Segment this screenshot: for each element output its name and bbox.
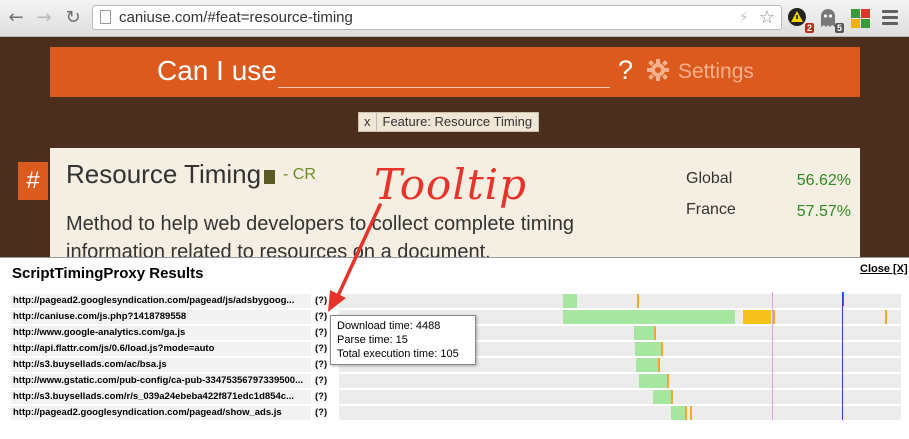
table-row: http://www.gstatic.com/pub-config/ca-pub…: [11, 372, 901, 388]
download-bar: [653, 390, 671, 404]
forward-icon[interactable]: →: [34, 8, 54, 28]
search-header: Can I use ? Settings: [50, 47, 860, 97]
feature-description: Method to help web developers to collect…: [66, 213, 575, 257]
extension-badge: 5: [834, 23, 844, 33]
download-bar: [563, 310, 735, 324]
download-bar: [563, 294, 577, 308]
exec-bar: [685, 406, 687, 420]
exec-bar: [667, 374, 669, 388]
timing-tooltip: Download time: 4488 Parse time: 15 Total…: [330, 315, 476, 365]
remove-filter-button[interactable]: x: [359, 113, 377, 131]
exec-bar: [885, 310, 887, 324]
parse-bar: [743, 310, 771, 324]
script-url: http://api.flattr.com/js/0.6/load.js?mod…: [11, 342, 311, 356]
script-url: http://s3.buysellads.com/r/s_039a24ebeba…: [11, 390, 311, 404]
feature-filter-chip: x Feature: Resource Timing: [358, 112, 540, 132]
load-event-marker: [842, 292, 843, 420]
page-icon: [100, 10, 111, 24]
help-link[interactable]: (?): [315, 294, 327, 308]
help-link[interactable]: (?): [315, 342, 327, 356]
script-url: http://pagead2.googlesyndication.com/pag…: [11, 294, 311, 308]
back-icon[interactable]: ←: [6, 8, 26, 28]
tooltip-exec: Total execution time: 105: [337, 348, 459, 360]
download-bar: [671, 406, 685, 420]
menu-icon[interactable]: [882, 10, 898, 28]
star-icon[interactable]: ☆: [759, 7, 775, 28]
table-row: http://s3.buysellads.com/r/s_039a24ebeba…: [11, 388, 901, 404]
timing-track: [339, 406, 901, 420]
first-paint-marker: [843, 292, 844, 306]
dom-loaded-marker: [772, 292, 773, 420]
exec-bar: [658, 358, 660, 372]
site-title: Can I use: [157, 55, 277, 86]
caniuse-page: Can I use ? Settings x Feature: Resource…: [0, 37, 909, 257]
search-input[interactable]: [278, 87, 610, 88]
close-button[interactable]: Close [X]: [860, 263, 908, 275]
reload-icon[interactable]: ↻: [63, 8, 83, 28]
help-link[interactable]: (?): [315, 326, 327, 340]
feature-title: Resource Timing: [66, 159, 262, 189]
address-url[interactable]: caniuse.com/#feat=resource-timing: [119, 9, 353, 26]
extension-badge: 2: [804, 23, 814, 33]
script-url: http://pagead2.googlesyndication.com/pag…: [11, 406, 311, 420]
help-link[interactable]: (?): [315, 310, 327, 324]
exec-bar: [654, 326, 656, 340]
script-url: http://www.gstatic.com/pub-config/ca-pub…: [11, 374, 311, 388]
exec-bar: [671, 390, 673, 404]
table-row: http://pagead2.googlesyndication.com/pag…: [11, 404, 901, 420]
timing-track: [339, 390, 901, 404]
download-bar: [636, 358, 658, 372]
help-question[interactable]: ?: [618, 55, 633, 86]
tooltip-parse: Parse time: 15: [337, 334, 408, 346]
exec-bar: [637, 294, 639, 308]
table-row: http://pagead2.googlesyndication.com/pag…: [11, 292, 901, 308]
help-link[interactable]: (?): [315, 374, 327, 388]
address-bar[interactable]: caniuse.com/#feat=resource-timing ⚡ ☆: [92, 5, 782, 30]
script-url: http://www.google-analytics.com/ga.js: [11, 326, 311, 340]
help-link[interactable]: (?): [315, 406, 327, 420]
tooltip-download: Download time: 4488: [337, 320, 441, 332]
tooltip-annotation-label: Tooltip: [374, 160, 527, 209]
feature-anchor-link[interactable]: #: [18, 162, 48, 200]
download-bar: [639, 374, 667, 388]
exec-bar: [773, 310, 775, 324]
timing-track: [339, 294, 901, 308]
download-bar: [635, 342, 661, 356]
timing-track: [339, 374, 901, 388]
panel-title: ScriptTimingProxy Results: [12, 265, 204, 282]
usage-france-value: 57.57%: [796, 203, 851, 220]
gear-icon[interactable]: [647, 59, 669, 81]
spec-status[interactable]: - CR: [283, 166, 316, 184]
ghost-extension-icon[interactable]: 5: [817, 7, 844, 33]
help-link[interactable]: (?): [315, 358, 327, 372]
usage-global-label: Global: [686, 170, 733, 187]
exec-bar: [690, 406, 692, 420]
document-icon[interactable]: [264, 170, 275, 184]
filter-label: Feature: Resource Timing: [382, 114, 533, 129]
settings-link[interactable]: Settings: [678, 60, 754, 84]
grid-extension-icon[interactable]: [851, 9, 870, 28]
help-link[interactable]: (?): [315, 390, 327, 404]
usage-france-label: France: [686, 201, 736, 218]
browser-toolbar: ← → ↻ caniuse.com/#feat=resource-timing …: [0, 0, 909, 37]
warning-extension-icon[interactable]: 2: [787, 7, 814, 33]
script-url: http://caniuse.com/js.php?1418789558: [11, 310, 311, 324]
exec-bar: [661, 342, 663, 356]
bolt-icon[interactable]: ⚡: [738, 8, 749, 26]
download-bar: [634, 326, 654, 340]
usage-global-value: 56.62%: [796, 172, 851, 189]
script-url: http://s3.buysellads.com/ac/bsa.js: [11, 358, 311, 372]
